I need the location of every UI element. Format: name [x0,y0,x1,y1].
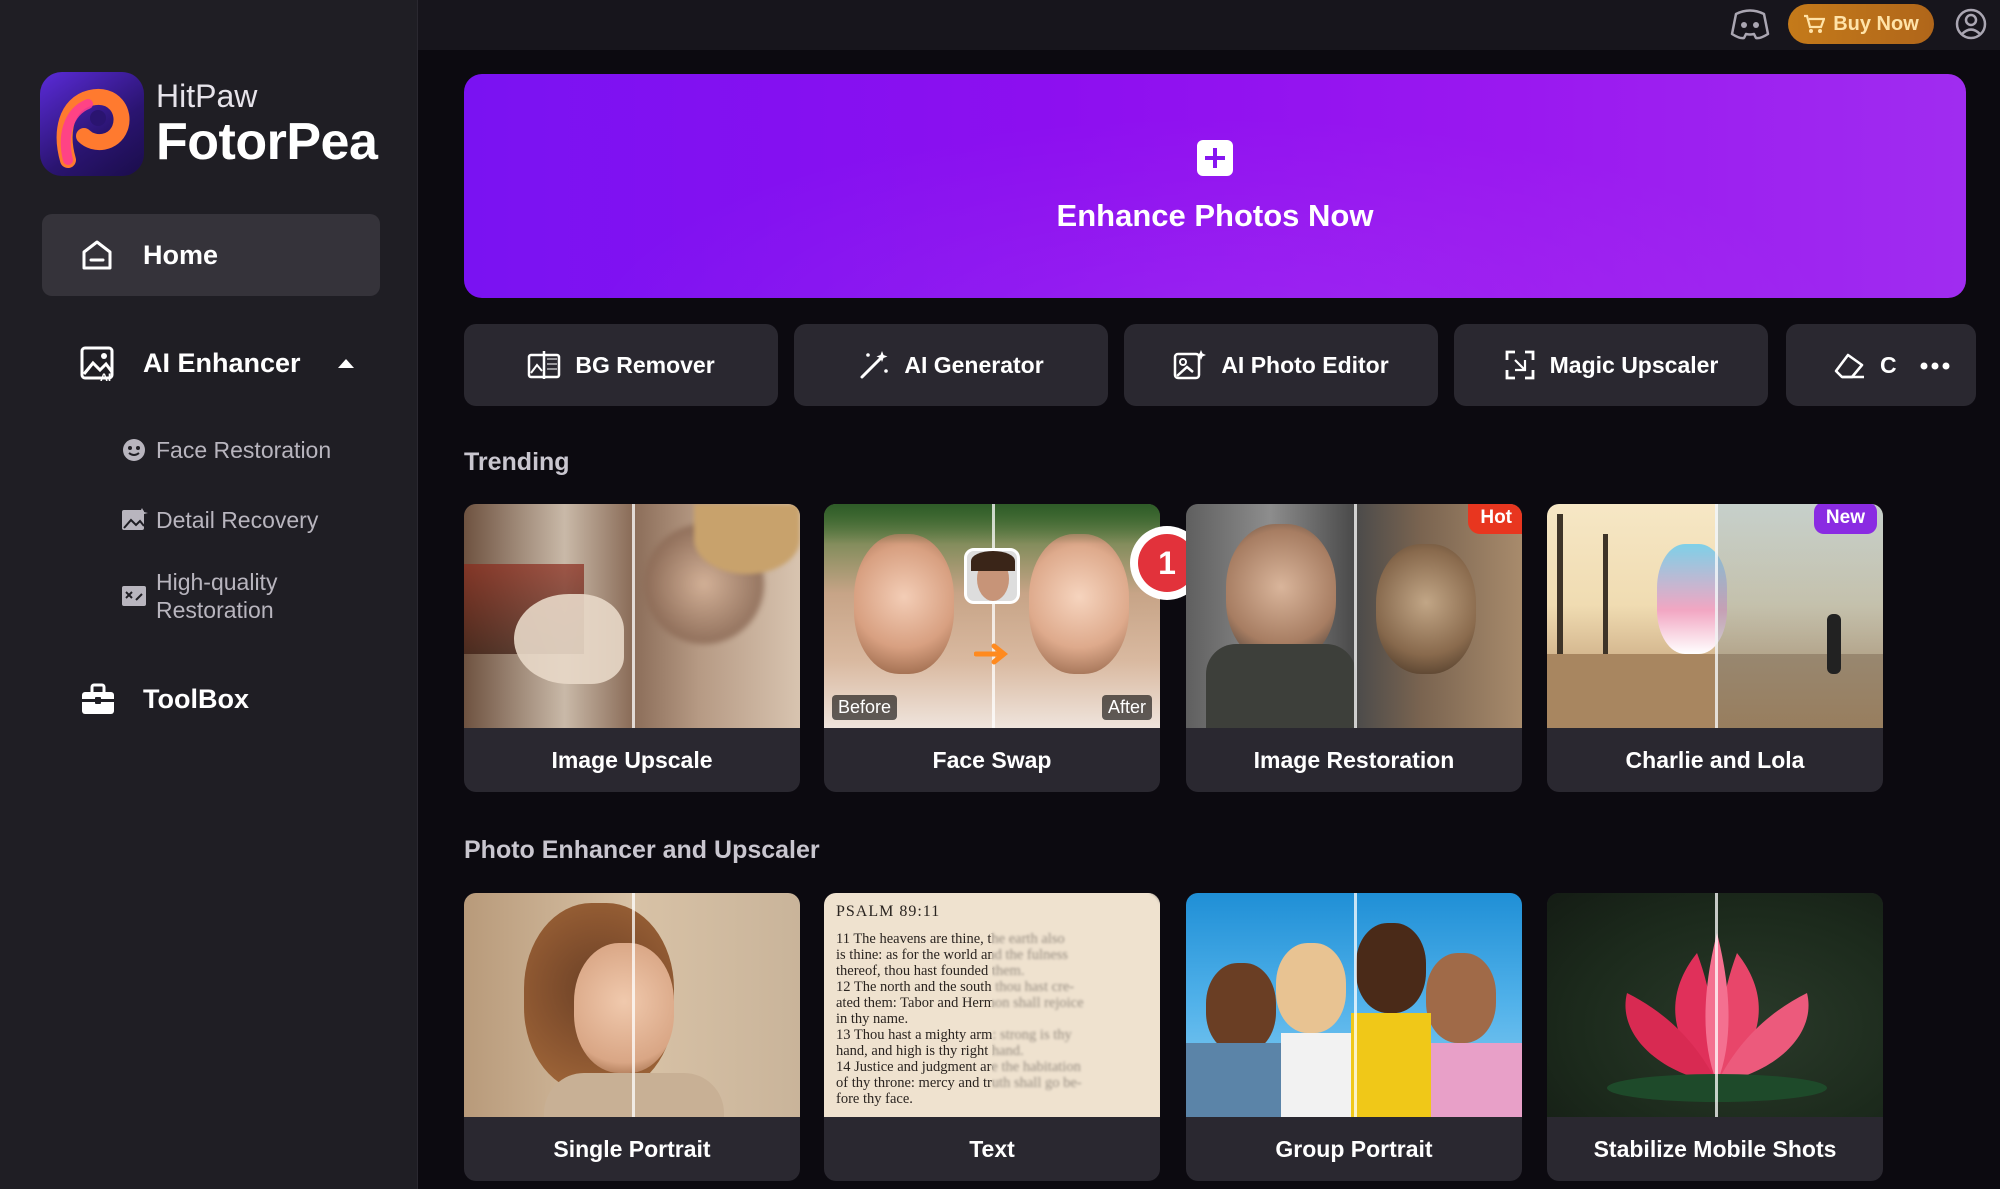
sidebar-item-ai-enhancer[interactable]: AI Enhancer [143,348,301,379]
card-label: Face Swap [932,746,1052,773]
thumbnail-image [1547,504,1883,728]
sidebar-item-label: Restoration [156,597,274,623]
sidebar-item-detail-recovery[interactable]: Detail Recovery [156,506,318,534]
tool-eraser[interactable]: C [1786,324,1976,406]
buy-now-label: Buy Now [1833,12,1919,35]
section-title-photo-enhancer: Photo Enhancer and Upscaler [464,836,820,864]
card-label: Text [969,1135,1015,1162]
bg-remover-icon [528,351,561,379]
after-label: After [1101,695,1152,720]
sidebar: HitPaw FotorPea Home AI AI Enhancer Face… [0,0,418,1189]
card-label: Group Portrait [1275,1135,1433,1162]
home-icon [82,240,112,270]
sidebar-item-face-restoration[interactable]: Face Restoration [156,436,331,464]
sidebar-item-hq-restoration[interactable]: High-quality Restoration [156,568,277,624]
blurred-half [992,893,1160,1117]
tool-label: AI Generator [904,351,1044,378]
toolbox-icon [82,683,114,714]
enhance-photos-banner[interactable]: Enhance Photos Now [464,74,1966,298]
collapse-arrow-icon[interactable] [336,356,356,370]
psalm-page: PSALM 89:11 11 The heavens are thine, th… [824,893,1160,1117]
card-single-portrait[interactable]: Single Portrait [464,893,800,1181]
magic-wand-icon [860,351,889,379]
tool-label: BG Remover [575,351,715,378]
card-stabilize-mobile-shots[interactable]: Stabilize Mobile Shots [1547,893,1883,1181]
arrow-right-icon [974,643,1009,665]
card-group-portrait[interactable]: Group Portrait [1186,893,1522,1181]
user-circle-icon[interactable] [1955,8,1987,40]
app-logo [40,72,144,176]
section-title-trending: Trending [464,448,570,476]
sidebar-item-home[interactable]: Home [42,214,380,296]
thumbnail-image: Before After [824,504,1160,728]
tool-label: AI Photo Editor [1221,351,1389,378]
card-label: Charlie and Lola [1625,746,1805,773]
card-charlie-and-lola[interactable]: New Charlie and Lola [1547,504,1883,792]
card-image-upscale[interactable]: Image Upscale [464,504,800,792]
hq-restoration-icon [122,586,146,606]
thumbnail-image [1547,893,1883,1117]
detail-recovery-icon [122,508,148,530]
tool-bg-remover[interactable]: BG Remover [464,324,778,406]
tool-ai-photo-editor[interactable]: AI Photo Editor [1124,324,1438,406]
tool-ai-generator[interactable]: AI Generator [794,324,1108,406]
thumbnail-image [1186,893,1522,1117]
svg-text:AI: AI [100,372,111,382]
card-label: Single Portrait [553,1135,711,1162]
photo-edit-icon [1174,350,1207,380]
face-icon [123,439,145,461]
hot-badge: Hot [1468,504,1522,534]
eraser-icon [1834,353,1864,379]
buy-now-button[interactable]: Buy Now [1788,4,1934,44]
thumbnail-image: PSALM 89:11 11 The heavens are thine, th… [824,893,1160,1117]
card-image-restoration[interactable]: Hot Image Restoration [1186,504,1522,792]
ai-enhancer-icon: AI [80,346,114,382]
tool-label: C [1880,351,1897,378]
thumbnail-image [1186,504,1522,728]
thumbnail-image [464,893,800,1117]
expand-icon [1505,350,1535,380]
hero-title: Enhance Photos Now [1056,198,1374,233]
before-label: Before [832,695,898,720]
tool-magic-upscaler[interactable]: Magic Upscaler [1454,324,1768,406]
card-face-swap[interactable]: Before After Face Swap [824,504,1160,792]
card-label: Image Upscale [551,746,713,773]
sidebar-item-label: Home [143,240,219,270]
more-options-icon[interactable] [1920,362,1950,370]
brand-product: FotorPea [156,113,378,171]
card-text[interactable]: PSALM 89:11 11 The heavens are thine, th… [824,893,1160,1181]
thumbnail-image [464,504,800,728]
discord-icon[interactable] [1730,8,1770,40]
sidebar-item-toolbox[interactable]: ToolBox [143,684,249,715]
card-label: Stabilize Mobile Shots [1593,1135,1837,1162]
brand-vendor: HitPaw [156,78,258,114]
new-badge: New [1813,504,1877,534]
card-label: Image Restoration [1253,746,1455,773]
add-photo-icon [1197,140,1233,176]
tool-label: Magic Upscaler [1549,351,1719,378]
cart-icon [1804,14,1826,33]
sidebar-item-label: High-quality [156,569,278,595]
